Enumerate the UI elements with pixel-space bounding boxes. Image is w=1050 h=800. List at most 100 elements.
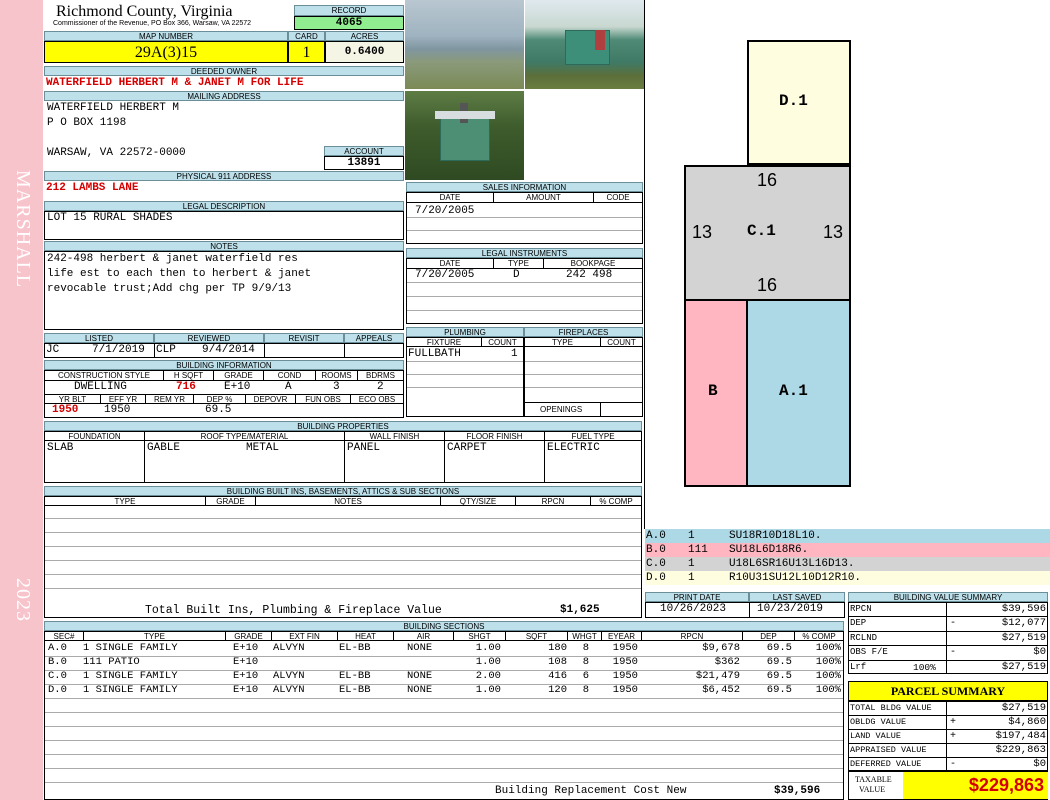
reviewed-by: CLP — [156, 344, 176, 356]
sales-header: SALES INFORMATION — [406, 182, 643, 192]
prop-col-floor: FLOOR FINISH — [444, 432, 544, 441]
sections-col-8: WHGT — [567, 632, 601, 641]
notes-line3: revocable trust;Add chg per TP 9/9/13 — [47, 283, 292, 295]
vs-label-4: Lrf — [850, 661, 867, 672]
prop-roof-material: METAL — [246, 442, 280, 454]
sections-col-1: TYPE — [83, 632, 225, 641]
builtins-header: BUILDING BUILT INS, BASEMENTS, ATTICS & … — [44, 486, 642, 496]
legend-path-d: R10U31SU12L10D12R10. — [729, 572, 862, 584]
sales-col-code: CODE — [593, 193, 642, 203]
taxable-label-1: TAXABLE — [855, 775, 892, 784]
bld-col-grade: GRADE — [213, 371, 263, 381]
bld-dep: 69.5 — [205, 404, 232, 416]
prop-foundation: SLAB — [47, 442, 74, 454]
vs-sign-1: - — [950, 618, 957, 630]
year-label: 2023 — [12, 578, 34, 622]
bld-grade: E+10 — [224, 381, 251, 393]
legend-row-a — [645, 529, 1050, 543]
section-cell-2-2: E+10 — [233, 670, 259, 682]
record-value: 4065 — [294, 16, 404, 30]
sketch-label-a: A.1 — [779, 382, 808, 400]
acres-header: ACRES — [325, 31, 404, 41]
bld-col-dep: DEP % — [193, 395, 245, 404]
section-cell-1-2: E+10 — [233, 656, 259, 668]
plumb-fixture: FULLBATH — [408, 348, 461, 360]
sections-col-6: SHGT — [453, 632, 505, 641]
section-cell-0-3: ALVYN — [273, 642, 305, 654]
account-header: ACCOUNT — [324, 146, 404, 156]
instr-col-bookpage: BOOKPAGE — [543, 259, 642, 269]
prop-col-roof: ROOF TYPE/MATERIAL — [144, 432, 344, 441]
notes-line2: life est to each then to herbert & janet — [47, 268, 312, 280]
section-cell-3-7: 120 — [548, 684, 567, 696]
section-cell-3-4: EL-BB — [339, 684, 371, 696]
listed-date: 7/1/2019 — [92, 344, 145, 356]
section-cell-0-8: 8 — [582, 642, 589, 654]
vs-label-3: OBS F/E — [850, 647, 888, 658]
section-cell-1-12: 100% — [815, 656, 841, 668]
section-cell-2-10: $21,479 — [695, 670, 740, 682]
section-cell-2-9: 1950 — [612, 670, 638, 682]
section-cell-2-1: 1 SINGLE FAMILY — [83, 670, 178, 682]
vs-label-0: RPCN — [850, 604, 872, 614]
section-cell-2-7: 416 — [548, 670, 567, 682]
sales-col-date: DATE — [407, 193, 493, 203]
section-cell-1-0: B.0 — [48, 656, 67, 668]
plumb-col-count: COUNT — [481, 338, 523, 347]
mailing-line2: P O BOX 1198 — [47, 117, 127, 129]
section-cell-3-9: 1950 — [612, 684, 638, 696]
instr-type: D — [513, 269, 520, 281]
section-cell-3-11: 69.5 — [766, 684, 792, 696]
prop-fuel: ELECTRIC — [547, 442, 600, 454]
builtins-total-label: Total Built Ins, Plumbing & Fireplace Va… — [145, 604, 442, 617]
bld-cond: A — [285, 381, 292, 393]
notes-line1: 242-498 herbert & janet waterfield res — [47, 253, 298, 265]
county-title: Richmond County, Virginia — [56, 3, 233, 20]
vs-value-3: $0 — [1033, 646, 1046, 659]
legal-description: LOT 15 RURAL SHADES — [47, 212, 173, 224]
sections-col-7: SQFT — [505, 632, 567, 641]
section-cell-2-3: ALVYN — [273, 670, 305, 682]
sections-col-5: AIR — [393, 632, 453, 641]
record-header: RECORD — [294, 5, 404, 16]
bld-col-hsqft: H SQFT — [163, 371, 213, 381]
reviewed-header: REVIEWED — [154, 333, 264, 343]
sections-col-10: RPCN — [641, 632, 742, 641]
sketch-label-c: C.1 — [747, 222, 776, 240]
value-summary-header: BUILDING VALUE SUMMARY — [848, 592, 1048, 602]
ps-sign-4: - — [950, 759, 957, 770]
fireplaces-header: FIREPLACES — [524, 327, 643, 337]
prop-roof-type: GABLE — [147, 442, 181, 454]
plumb-col-fixture: FIXTURE — [407, 338, 481, 347]
section-cell-3-12: 100% — [815, 684, 841, 696]
bld-yrblt: 1950 — [52, 404, 79, 416]
taxable-value: $229,863 — [903, 772, 1048, 799]
section-cell-1-9: 1950 — [612, 656, 638, 668]
physical-address: 212 LAMBS LANE — [46, 182, 139, 194]
reviewed-date: 9/4/2014 — [202, 344, 255, 356]
section-cell-2-8: 6 — [582, 670, 589, 682]
district-label: MARSHALL — [12, 170, 34, 289]
bi-col-comp: % COMP — [590, 497, 641, 506]
section-cell-3-8: 8 — [582, 684, 589, 696]
sketch-dim-bottom: 16 — [757, 275, 778, 295]
legend-count-b: 111 — [688, 544, 708, 556]
legend-count-a: 1 — [688, 530, 695, 542]
legend-count-c: 1 — [688, 558, 695, 570]
section-cell-2-11: 69.5 — [766, 670, 792, 682]
bld-col-ecoobs: ECO OBS — [350, 395, 403, 404]
ps-sign-2: + — [950, 731, 957, 742]
bld-effyr: 1950 — [104, 404, 131, 416]
legend-path-c: U18L6SR16U13L16D13. — [729, 558, 855, 570]
legend-path-b: SU18L6D18R6. — [729, 544, 809, 556]
section-cell-0-2: E+10 — [233, 642, 259, 654]
plumbing-header: PLUMBING — [406, 327, 524, 337]
fire-col-count: COUNT — [600, 338, 642, 347]
section-cell-2-5: NONE — [407, 670, 433, 682]
sections-col-11: DEP — [742, 632, 794, 641]
ps-label-0: TOTAL BLDG VALUE — [850, 703, 932, 713]
taxable-label-2: VALUE — [859, 785, 886, 794]
section-cell-2-6: 2.00 — [475, 670, 501, 682]
prop-wall: PANEL — [347, 442, 381, 454]
card-header: CARD — [288, 31, 325, 41]
